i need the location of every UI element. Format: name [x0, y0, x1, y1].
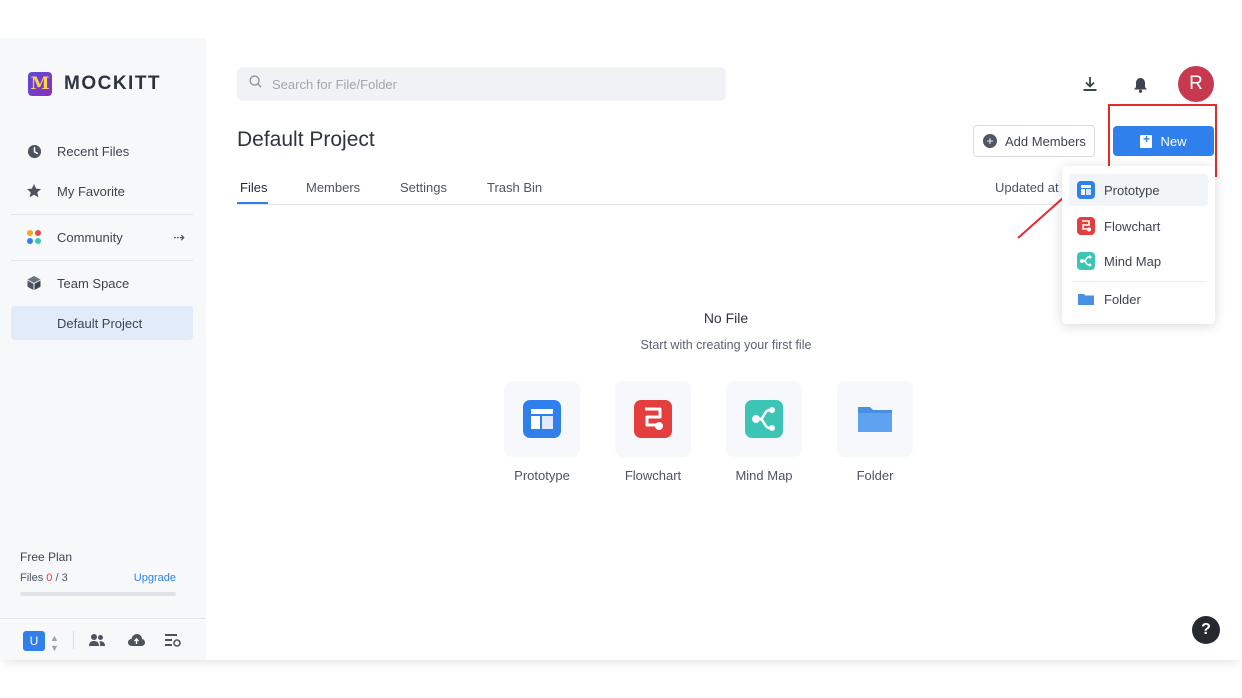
- clock-icon: [26, 143, 42, 159]
- download-icon[interactable]: [1080, 74, 1100, 94]
- menu-item-mind-map[interactable]: Mind Map: [1069, 245, 1208, 277]
- user-switcher-badge[interactable]: U: [23, 631, 45, 651]
- empty-state-subtitle: Start with creating your first file: [640, 338, 812, 352]
- plus-circle-icon: +: [983, 134, 997, 148]
- sidebar-item-community[interactable]: Community ⇢: [11, 220, 193, 254]
- active-tab-indicator: [237, 202, 268, 204]
- upgrade-link[interactable]: Upgrade: [134, 572, 176, 584]
- create-mind-map-label: Mind Map: [735, 468, 793, 483]
- create-folder-label: Folder: [856, 468, 894, 483]
- brand-name: MOCKITT: [64, 73, 162, 94]
- create-mind-map-card[interactable]: [726, 381, 802, 457]
- sidebar-item-label: Default Project: [57, 315, 143, 331]
- plan-usage-row: Files 0 / 3 Upgrade: [20, 572, 176, 584]
- bell-icon[interactable]: [1130, 75, 1150, 95]
- create-folder-card[interactable]: [837, 381, 913, 457]
- arrow-right-icon: ⇢: [173, 229, 185, 245]
- user-avatar[interactable]: R: [1178, 66, 1214, 102]
- cube-icon: [26, 275, 42, 291]
- community-icon: [26, 229, 42, 245]
- new-file-dropdown: Prototype Flowchart Mind Map Folder: [1062, 166, 1215, 324]
- empty-state-title: No File: [703, 310, 749, 326]
- plan-files-label: Files: [20, 572, 44, 584]
- menu-divider: [1072, 281, 1206, 282]
- search-icon: [249, 75, 262, 93]
- tab-members[interactable]: Members: [306, 180, 360, 195]
- sidebar-item-default-project[interactable]: Default Project: [11, 306, 193, 340]
- menu-item-label: Folder: [1104, 291, 1141, 307]
- plan-title: Free Plan: [20, 550, 73, 564]
- add-members-label: Add Members: [1005, 133, 1086, 149]
- sidebar-item-label: My Favorite: [57, 183, 125, 199]
- folder-icon: [1077, 290, 1095, 308]
- prototype-icon: [1077, 181, 1095, 199]
- sidebar-bottom-toolbar: U ▲ ▼: [0, 618, 206, 660]
- page-title: Default Project: [237, 128, 375, 151]
- sidebar-item-label: Recent Files: [57, 143, 130, 159]
- mindmap-icon: [745, 400, 783, 438]
- plan-panel: Free Plan Files 0 / 3 Upgrade: [20, 550, 176, 596]
- menu-item-label: Flowchart: [1104, 218, 1161, 234]
- sidebar-item-recent-files[interactable]: Recent Files: [11, 134, 193, 168]
- help-button[interactable]: ?: [1192, 616, 1220, 644]
- logo[interactable]: MOCKITT: [28, 72, 161, 96]
- sidebar-item-label: Team Space: [57, 275, 130, 291]
- search-input[interactable]: [272, 76, 692, 92]
- create-flowchart-card[interactable]: [615, 381, 691, 457]
- sidebar-item-label: Community: [57, 229, 123, 245]
- menu-item-label: Mind Map: [1104, 253, 1162, 269]
- menu-item-folder[interactable]: Folder: [1069, 283, 1208, 315]
- mockitt-logo-icon: [28, 72, 52, 96]
- plan-files-count: Files 0 / 3: [20, 572, 68, 584]
- search-bar[interactable]: [237, 67, 726, 101]
- folder-icon: [856, 400, 894, 438]
- cloud-upload-icon[interactable]: [127, 631, 145, 649]
- plan-usage-bar: [20, 592, 176, 596]
- sidebar-item-team-space[interactable]: Team Space: [11, 266, 193, 300]
- app-window: MOCKITT Recent Files My Favorite Communi…: [0, 38, 1242, 660]
- plan-files-total: / 3: [55, 572, 68, 584]
- team-members-icon[interactable]: [88, 631, 106, 649]
- toolbar-divider: [73, 631, 74, 649]
- tab-files[interactable]: Files: [240, 180, 267, 195]
- create-prototype-label: Prototype: [514, 468, 570, 483]
- flowchart-icon: [634, 400, 672, 438]
- menu-item-flowchart[interactable]: Flowchart: [1069, 210, 1208, 242]
- menu-item-label: Prototype: [1104, 182, 1160, 198]
- menu-item-prototype[interactable]: Prototype: [1069, 174, 1208, 206]
- sidebar-item-my-favorite[interactable]: My Favorite: [11, 174, 193, 208]
- star-icon: [26, 183, 42, 199]
- sort-caret-icon[interactable]: ▲ ▼: [50, 633, 59, 653]
- plan-files-used: 0: [46, 572, 53, 584]
- sidebar-divider: [11, 214, 193, 215]
- settings-list-icon[interactable]: [164, 631, 182, 649]
- tab-settings[interactable]: Settings: [400, 180, 447, 195]
- create-prototype-card[interactable]: [504, 381, 580, 457]
- create-flowchart-label: Flowchart: [624, 468, 682, 483]
- tab-trash-bin[interactable]: Trash Bin: [487, 180, 542, 195]
- mindmap-icon: [1077, 252, 1095, 270]
- project-tabs: Files Members Settings Trash Bin: [237, 178, 1059, 205]
- sidebar-divider: [11, 260, 193, 261]
- flowchart-icon: [1077, 217, 1095, 235]
- prototype-icon: [523, 400, 561, 438]
- add-members-button[interactable]: + Add Members: [973, 125, 1095, 157]
- sidebar: MOCKITT Recent Files My Favorite Communi…: [0, 38, 206, 660]
